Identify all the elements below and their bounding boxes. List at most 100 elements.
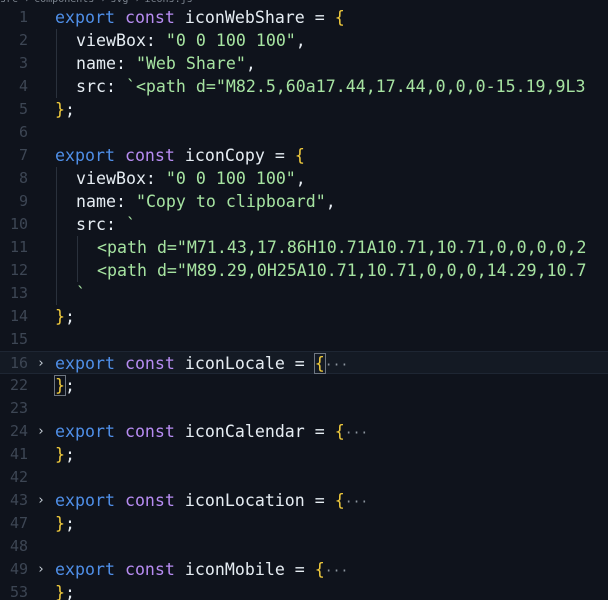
code-line[interactable]: 9 name: "Copy to clipboard", xyxy=(0,190,608,213)
code-token: export xyxy=(55,8,115,27)
chevron-right-icon[interactable]: › xyxy=(37,352,49,375)
line-number: 48 xyxy=(9,537,28,555)
code-text: src: ` xyxy=(76,213,136,236)
code-token: export xyxy=(55,354,115,373)
code-token: ` xyxy=(76,284,86,303)
indent-guide xyxy=(56,167,57,190)
code-line[interactable]: 48 xyxy=(0,535,608,558)
code-line[interactable]: 1 export const iconWebShare = { xyxy=(0,6,608,29)
line-number: 3 xyxy=(18,54,28,72)
code-line[interactable]: 43 › export const iconLocation = {··· xyxy=(0,489,608,512)
code-line[interactable]: 7 export const iconCopy = { xyxy=(0,144,608,167)
chevron-right-icon[interactable]: › xyxy=(37,489,49,512)
code-text: name: "Copy to clipboard", xyxy=(76,190,336,213)
line-number: 1 xyxy=(18,8,28,26)
indent-guide xyxy=(56,52,57,75)
code-token: ` xyxy=(125,215,136,234)
code-line[interactable]: 15 xyxy=(0,328,608,351)
code-token: , xyxy=(295,169,306,188)
breadcrumb-segment[interactable]: components › xyxy=(34,0,106,5)
code-line[interactable]: 14}; xyxy=(0,305,608,328)
code-text: viewBox: "0 0 100 100", xyxy=(76,167,306,190)
code-line[interactable]: 6 xyxy=(0,121,608,144)
code-text: }; xyxy=(55,305,75,328)
code-text: }; xyxy=(55,443,75,466)
code-line[interactable]: 2 viewBox: "0 0 100 100", xyxy=(0,29,608,52)
code-line[interactable]: 10 src: ` xyxy=(0,213,608,236)
code-token: } xyxy=(54,375,66,396)
code-line[interactable]: 47}; xyxy=(0,512,608,535)
code-token: ; xyxy=(65,583,75,600)
code-line[interactable]: 12 <path d="M89.29,0H25A10.71,10.71,0,0,0… xyxy=(0,259,608,282)
line-number: 22 xyxy=(9,376,28,394)
code-line[interactable]: 4 src: `<path d="M82.5,60a17.44,17.44,0,0… xyxy=(0,75,608,98)
code-token: src: xyxy=(76,215,126,234)
code-token: export xyxy=(55,491,115,510)
indent-guide xyxy=(56,282,57,305)
code-token: = xyxy=(304,422,335,441)
line-number: 4 xyxy=(18,77,28,95)
breadcrumb-segment[interactable]: svg › xyxy=(110,0,140,5)
code-token: iconLocation xyxy=(184,491,305,510)
code-token: , xyxy=(295,31,306,50)
code-token: export xyxy=(55,422,115,441)
code-line[interactable]: 23 xyxy=(0,397,608,420)
code-text: <path d="M89.29,0H25A10.71,10.71,0,0,0,1… xyxy=(97,259,587,282)
code-line[interactable]: 5}; xyxy=(0,98,608,121)
code-line[interactable]: 8 viewBox: "0 0 100 100", xyxy=(0,167,608,190)
code-editor[interactable]: src › components › svg › icons.js 1 export c… xyxy=(0,0,608,600)
code-token: const xyxy=(124,146,175,165)
code-token: = xyxy=(304,8,335,27)
line-number: 16 xyxy=(9,354,28,372)
indent-guide xyxy=(77,259,78,282)
code-token: = xyxy=(304,491,335,510)
breadcrumb-segment[interactable]: src › xyxy=(0,0,30,5)
line-number: 5 xyxy=(18,100,28,118)
line-number: 10 xyxy=(9,215,28,233)
code-token: , xyxy=(245,54,256,73)
code-token: iconCalendar xyxy=(184,422,305,441)
code-text: src: `<path d="M82.5,60a17.44,17.44,0,0,… xyxy=(76,75,586,98)
code-token: "0 0 100 100" xyxy=(165,31,296,50)
indent-guide xyxy=(56,75,57,98)
code-token: const xyxy=(124,491,175,510)
code-line[interactable]: 3 name: "Web Share", xyxy=(0,52,608,75)
line-number: 9 xyxy=(18,192,28,210)
code-line[interactable]: 24 › export const iconCalendar = {··· xyxy=(0,420,608,443)
code-text: }; xyxy=(55,581,75,600)
code-token: { xyxy=(294,146,305,165)
chevron-right-icon[interactable]: › xyxy=(37,558,49,581)
code-token: name: xyxy=(76,192,136,211)
indent-guide xyxy=(56,29,57,52)
code-line[interactable]: 22}; xyxy=(0,374,608,397)
breadcrumb-segment[interactable]: icons.js xyxy=(144,0,192,5)
code-line[interactable]: 42 xyxy=(0,466,608,489)
line-number: 41 xyxy=(9,445,28,463)
code-token: = xyxy=(284,560,315,579)
line-number: 53 xyxy=(9,583,28,600)
code-token: "0 0 100 100" xyxy=(165,169,296,188)
code-token: const xyxy=(124,354,175,373)
code-token: } xyxy=(55,583,65,600)
code-line[interactable]: 41}; xyxy=(0,443,608,466)
code-line[interactable]: 13 ` xyxy=(0,282,608,305)
code-line[interactable]: 16 › export const iconLocale = {··· xyxy=(0,351,608,374)
line-number: 14 xyxy=(9,307,28,325)
line-number: 8 xyxy=(18,169,28,187)
code-text: }; xyxy=(54,374,75,397)
code-token: } xyxy=(55,445,65,464)
chevron-right-icon[interactable]: › xyxy=(37,420,49,443)
code-token: } xyxy=(55,514,65,533)
code-line[interactable]: 11 <path d="M71.43,17.86H10.71A10.71,10.7… xyxy=(0,236,608,259)
code-line[interactable]: 49 › export const iconMobile = {··· xyxy=(0,558,608,581)
indent-guide xyxy=(56,213,57,236)
code-token: { xyxy=(334,8,345,27)
line-number: 43 xyxy=(9,491,28,509)
code-token: const xyxy=(124,422,175,441)
code-line[interactable]: 53}; xyxy=(0,581,608,600)
